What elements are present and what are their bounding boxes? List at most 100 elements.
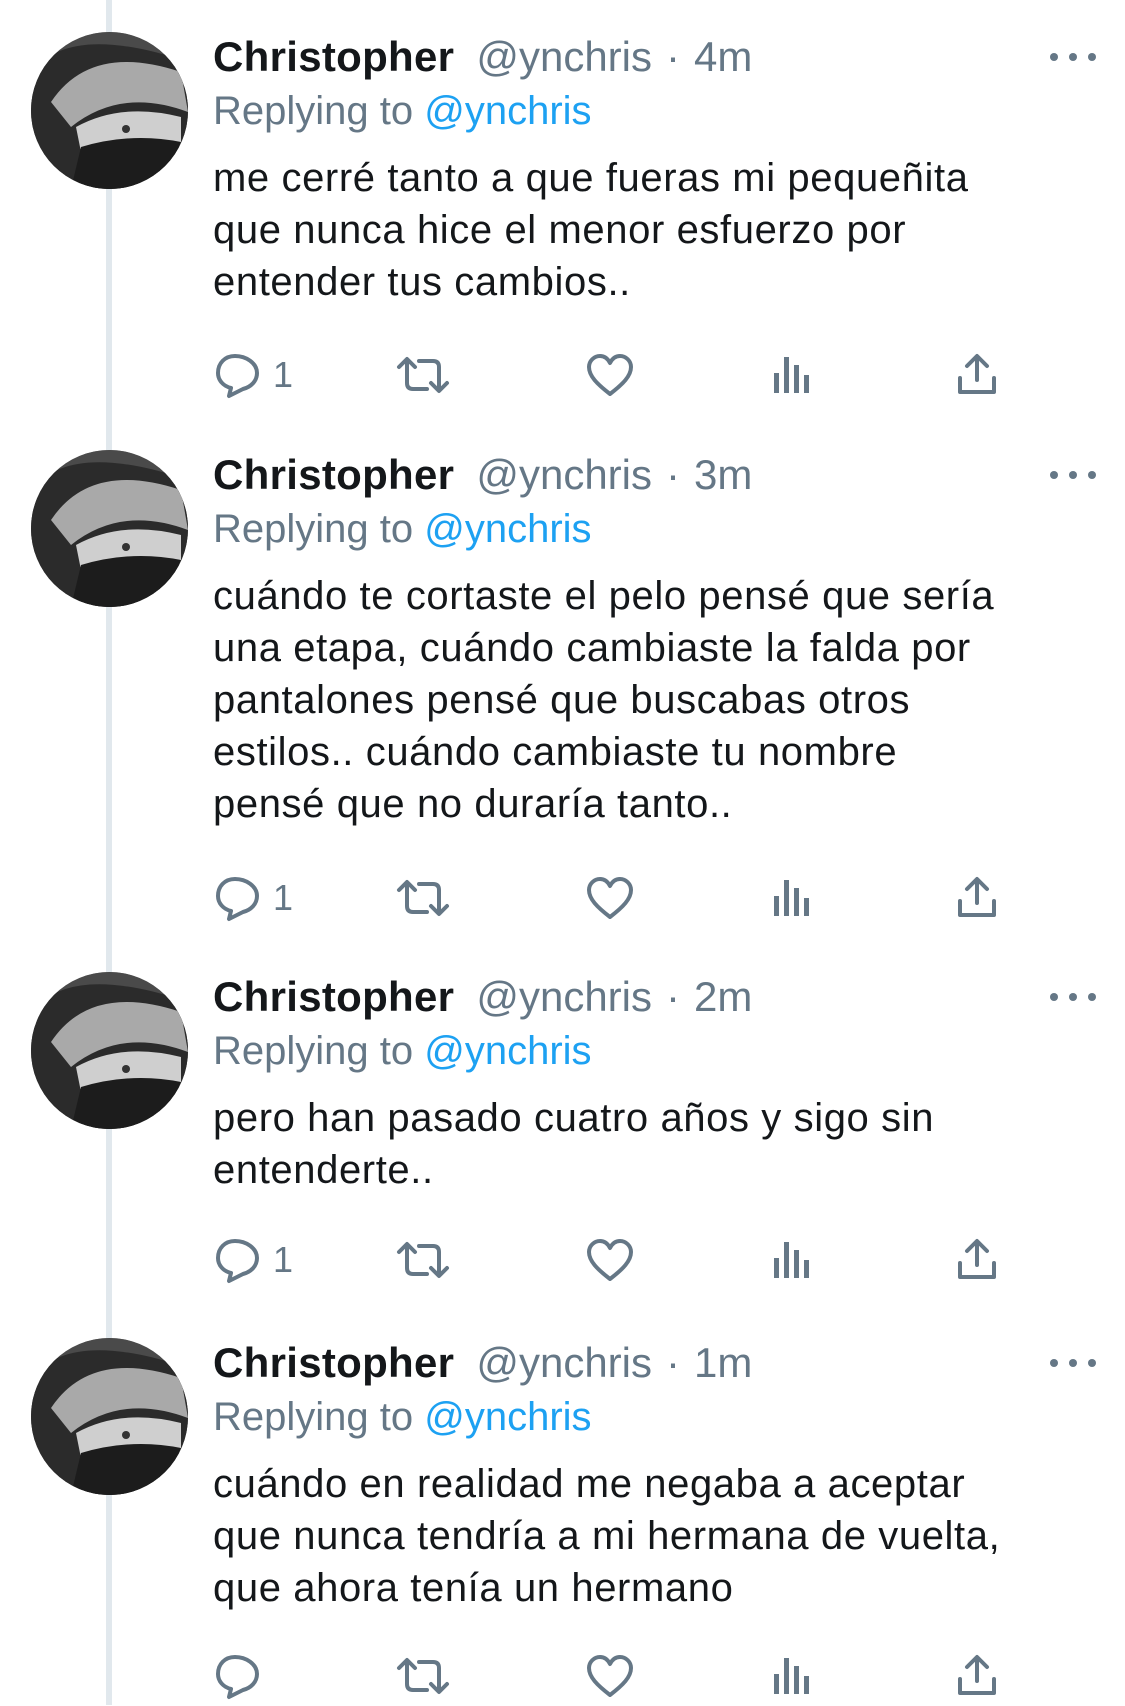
author-handle[interactable]: @ynchris [476,970,652,1024]
tweet-actions: 1 [213,868,1093,928]
tweet-header: Christopher @ynchris · 4m [213,30,752,84]
share-button[interactable] [955,868,999,928]
more-icon[interactable] [1050,460,1096,490]
share-icon [958,1239,996,1279]
retweet-icon [397,880,449,916]
analytics-icon [774,357,809,393]
reply-icon [216,1655,259,1699]
tweet-text-line: que ahora tenía un hermano [213,1566,734,1610]
replying-to: Replying to @ynchris [213,1024,592,1078]
reply-count: 1 [273,877,294,918]
tweet-text: pero han pasado cuatro años y sigo sin e… [213,1092,1093,1196]
avatar[interactable] [31,1338,188,1495]
separator-dot: · [666,451,680,498]
tweet-actions [213,1646,1093,1706]
tweet-text-line: pantalones pensé que buscabas otros [213,678,911,722]
heart-icon [587,877,633,919]
replying-to-label: Replying to [213,507,414,551]
replying-to-label: Replying to [213,89,414,133]
tweet-text-line: pensé que no duraría tanto.. [213,782,733,826]
share-icon [958,354,996,394]
tweet-header: Christopher @ynchris · 1m [213,1336,752,1390]
share-icon [958,877,996,917]
replying-to-mention[interactable]: @ynchris [424,1029,591,1073]
separator-dot: · [666,33,680,80]
tweet-text: me cerré tanto a que fueras mi pequeñita… [213,152,1093,308]
author-handle[interactable]: @ynchris [476,1336,652,1390]
author-handle[interactable]: @ynchris [476,30,652,84]
replying-to-label: Replying to [213,1029,414,1073]
tweet-timestamp[interactable]: 4m [694,30,752,84]
reply-button[interactable]: 1 [213,868,293,928]
tweet-text-line: que nunca tendría a mi hermana de vuelta… [213,1514,1001,1558]
tweet-text: cuándo te cortaste el pelo pensé que ser… [213,570,1093,830]
retweet-button[interactable] [395,345,451,405]
avatar[interactable] [31,450,188,607]
replying-to-mention[interactable]: @ynchris [424,89,591,133]
tweet-text-line: pero han pasado cuatro años y sigo sin [213,1096,935,1140]
reply-icon [216,1239,259,1283]
reply-button[interactable]: 1 [213,1230,293,1290]
tweet-text-line: una etapa, cuándo cambiaste la falda por [213,626,971,670]
heart-icon [587,1239,633,1281]
share-button[interactable] [955,1646,999,1706]
like-button[interactable] [585,345,635,405]
analytics-button[interactable] [771,1230,813,1290]
avatar[interactable] [31,972,188,1129]
replying-to: Replying to @ynchris [213,1390,592,1444]
tweet-timestamp[interactable]: 1m [694,1336,752,1390]
replying-to-mention[interactable]: @ynchris [424,1395,591,1439]
avatar[interactable] [31,32,188,189]
analytics-icon [774,880,809,916]
tweet-text-line: entenderte.. [213,1148,434,1192]
like-button[interactable] [585,1230,635,1290]
replying-to-label: Replying to [213,1395,414,1439]
tweet-text-line: me cerré tanto a que fueras mi pequeñita [213,156,969,200]
analytics-button[interactable] [771,345,813,405]
more-icon[interactable] [1050,982,1096,1012]
share-button[interactable] [955,345,999,405]
analytics-icon [774,1658,809,1694]
reply-count: 1 [273,1239,294,1280]
separator-dot: · [666,973,680,1020]
retweet-icon [397,1242,449,1278]
tweet-timestamp[interactable]: 3m [694,448,752,502]
retweet-button[interactable] [395,1646,451,1706]
tweet-header: Christopher @ynchris · 3m [213,448,752,502]
tweet-text-line: cuándo te cortaste el pelo pensé que ser… [213,574,995,618]
share-button[interactable] [955,1230,999,1290]
reply-icon [216,354,259,398]
more-icon[interactable] [1050,42,1096,72]
replying-to: Replying to @ynchris [213,84,592,138]
retweet-icon [397,357,449,393]
share-icon [958,1655,996,1695]
author-name[interactable]: Christopher [213,30,454,84]
tweet-text-line: cuándo en realidad me negaba a aceptar [213,1462,966,1506]
analytics-button[interactable] [771,868,813,928]
author-handle[interactable]: @ynchris [476,448,652,502]
like-button[interactable] [585,868,635,928]
reply-button[interactable]: 1 [213,345,293,405]
retweet-button[interactable] [395,868,451,928]
analytics-icon [774,1242,809,1278]
reply-button[interactable] [213,1646,273,1706]
analytics-button[interactable] [771,1646,813,1706]
like-button[interactable] [585,1646,635,1706]
tweet-text: cuándo en realidad me negaba a aceptar q… [213,1458,1093,1614]
tweet-text-line: entender tus cambios.. [213,260,631,304]
tweet-actions: 1 [213,1230,1093,1290]
replying-to-mention[interactable]: @ynchris [424,507,591,551]
heart-icon [587,1655,633,1697]
tweet-timestamp[interactable]: 2m [694,970,752,1024]
tweet-actions: 1 [213,345,1093,405]
heart-icon [587,354,633,396]
more-icon[interactable] [1050,1348,1096,1378]
author-name[interactable]: Christopher [213,448,454,502]
reply-count: 1 [273,354,294,395]
retweet-button[interactable] [395,1230,451,1290]
retweet-icon [397,1658,449,1694]
author-name[interactable]: Christopher [213,970,454,1024]
tweet-text-line: estilos.. cuándo cambiaste tu nombre [213,730,898,774]
author-name[interactable]: Christopher [213,1336,454,1390]
tweet-header: Christopher @ynchris · 2m [213,970,752,1024]
